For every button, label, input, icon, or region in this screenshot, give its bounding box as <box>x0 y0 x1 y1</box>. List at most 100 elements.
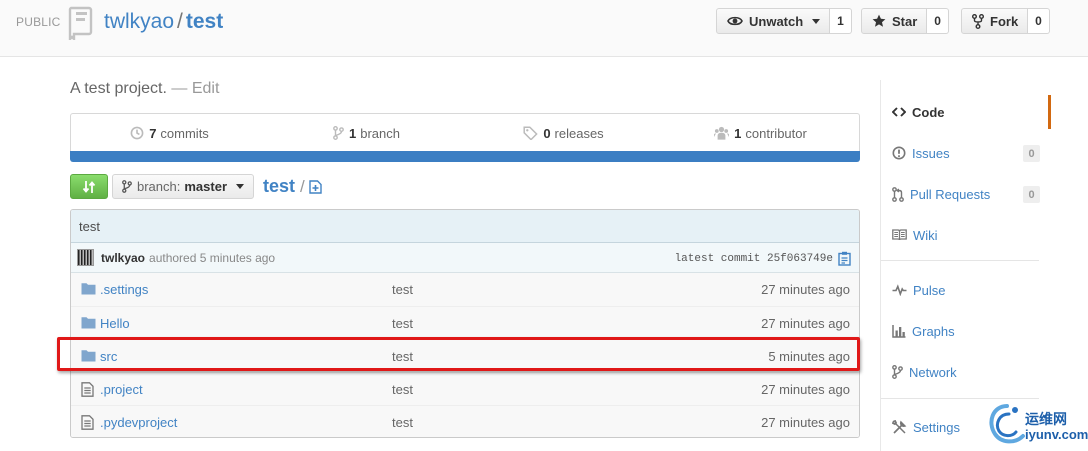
file-row[interactable]: src test 5 minutes ago <box>71 339 859 372</box>
clipboard-icon[interactable] <box>838 251 851 266</box>
file-age: 27 minutes ago <box>761 282 850 297</box>
sidebar-item-graphs[interactable]: Graphs <box>881 314 1051 348</box>
issue-icon <box>892 146 912 160</box>
code-icon <box>892 106 912 118</box>
file-name-link[interactable]: .settings <box>100 282 148 297</box>
pulse-icon <box>892 284 913 296</box>
file-name-link[interactable]: .project <box>100 382 143 397</box>
eye-icon <box>727 16 743 26</box>
repo-nav-sidebar: Code Issues 0 Pull Requests 0 Wiki Pulse Graphs… <box>880 80 1051 451</box>
file-name-link[interactable]: src <box>100 349 117 364</box>
sidebar-item-label: Network <box>909 364 957 380</box>
watermark-cn-text: 运维网 <box>1025 412 1067 428</box>
language-bar[interactable] <box>70 151 860 162</box>
file-row[interactable]: .project test 27 minutes ago <box>71 372 859 405</box>
file-name-link[interactable]: .pydevproject <box>100 415 177 430</box>
sidebar-item-label: Issues <box>912 145 950 161</box>
commits-stat[interactable]: 7 commits <box>71 114 268 152</box>
breadcrumb-separator: / <box>300 176 305 196</box>
tag-icon <box>523 126 538 140</box>
fork-label: Fork <box>990 13 1019 29</box>
contributors-count: 1 <box>734 125 742 141</box>
sidebar-item-label: Pull Requests <box>910 186 991 202</box>
latest-commit-sha[interactable]: latest commit 25f063749e <box>675 253 833 265</box>
organization-icon <box>714 126 730 140</box>
authored-time: authored 5 minutes ago <box>149 250 276 265</box>
repo-book-icon <box>68 6 94 43</box>
file-row[interactable]: .pydevproject test 27 minutes ago <box>71 405 859 437</box>
releases-label: releases <box>554 125 604 141</box>
file-icon <box>81 415 94 433</box>
unwatch-button[interactable]: Unwatch <box>716 8 831 34</box>
sidebar-item-pulse[interactable]: Pulse <box>881 273 1051 307</box>
sidebar-counter: 0 <box>1023 186 1040 203</box>
breadcrumb-root-link[interactable]: test <box>263 176 295 197</box>
stargazers-count[interactable]: 0 <box>927 8 949 34</box>
compare-button[interactable] <box>70 174 108 199</box>
branches-stat[interactable]: 1 branch <box>268 114 465 152</box>
watermark-logo: 运维网 iyunv.com <box>985 400 1088 448</box>
sidebar-item-wiki[interactable]: Wiki <box>881 218 1051 252</box>
commit-author-link[interactable]: twlkyao <box>101 251 145 265</box>
file-commit-message[interactable]: test <box>392 415 413 430</box>
file-commit-message[interactable]: test <box>392 382 413 397</box>
author-avatar[interactable] <box>77 249 94 266</box>
watchers-count[interactable]: 1 <box>830 8 852 34</box>
chevron-down-icon <box>812 18 821 24</box>
compare-icon <box>82 180 96 193</box>
commits-count: 7 <box>149 125 157 141</box>
sidebar-item-code[interactable]: Code <box>881 95 1051 129</box>
folder-icon <box>81 349 96 365</box>
star-button[interactable]: Star <box>861 8 928 34</box>
branch-icon <box>122 180 132 193</box>
sidebar-divider <box>881 398 1039 399</box>
sidebar-item-label: Settings <box>913 419 960 435</box>
commit-meta: twlkyao authored 5 minutes ago latest co… <box>71 243 859 273</box>
repo-name-link[interactable]: test <box>186 10 223 33</box>
branches-count: 1 <box>349 125 357 141</box>
visibility-label: PUBLIC <box>16 15 61 29</box>
repo-owner-link[interactable]: twlkyao <box>104 10 174 33</box>
tools-icon <box>892 419 913 435</box>
branch-prefix: branch: <box>137 179 181 194</box>
repo-header: PUBLIC twlkyao / test Unwatch 1 Star 0 For… <box>0 0 1088 57</box>
sidebar-counter: 0 <box>1023 145 1040 162</box>
description-text: A test project. <box>70 80 167 97</box>
latest-commit: latest commit 25f063749e <box>675 251 851 266</box>
history-icon <box>130 126 144 140</box>
breadcrumb: test / <box>263 176 322 197</box>
file-age: 27 minutes ago <box>761 382 850 397</box>
folder-icon <box>81 282 96 298</box>
sidebar-item-pull-requests[interactable]: Pull Requests 0 <box>881 177 1051 211</box>
forks-count[interactable]: 0 <box>1028 8 1050 34</box>
last-commit-message[interactable]: test <box>71 210 859 243</box>
branch-selector[interactable]: branch: master <box>112 174 255 199</box>
sidebar-item-issues[interactable]: Issues 0 <box>881 136 1051 170</box>
fork-group: Fork 0 <box>961 8 1050 34</box>
file-commit-message[interactable]: test <box>392 349 413 364</box>
sidebar-item-label: Pulse <box>913 282 946 298</box>
add-file-icon[interactable] <box>309 179 322 194</box>
file-age: 27 minutes ago <box>761 316 850 331</box>
branch-icon <box>333 126 344 140</box>
file-row[interactable]: Hello test 27 minutes ago <box>71 306 859 339</box>
wiki-icon <box>892 229 913 241</box>
releases-count: 0 <box>543 125 551 141</box>
edit-description-link[interactable]: — Edit <box>171 80 219 97</box>
releases-stat[interactable]: 0 releases <box>465 114 662 152</box>
repo-title-separator: / <box>177 10 183 33</box>
file-name-link[interactable]: Hello <box>100 316 130 331</box>
repo-stats: 7 commits 1 branch 0 releases 1 contribu… <box>70 113 860 152</box>
repo-title: twlkyao / test <box>104 10 223 34</box>
file-commit-message[interactable]: test <box>392 316 413 331</box>
star-group: Star 0 <box>861 8 949 34</box>
file-commit-message[interactable]: test <box>392 282 413 297</box>
branch-name: master <box>184 179 228 194</box>
watermark-en-text: iyunv.com <box>1025 427 1088 442</box>
contributors-stat[interactable]: 1 contributor <box>662 114 859 152</box>
star-icon <box>872 14 886 27</box>
fork-button[interactable]: Fork <box>961 8 1029 34</box>
sidebar-item-network[interactable]: Network <box>881 355 1051 389</box>
sidebar-divider <box>881 260 1039 261</box>
file-row[interactable]: .settings test 27 minutes ago <box>71 273 859 306</box>
